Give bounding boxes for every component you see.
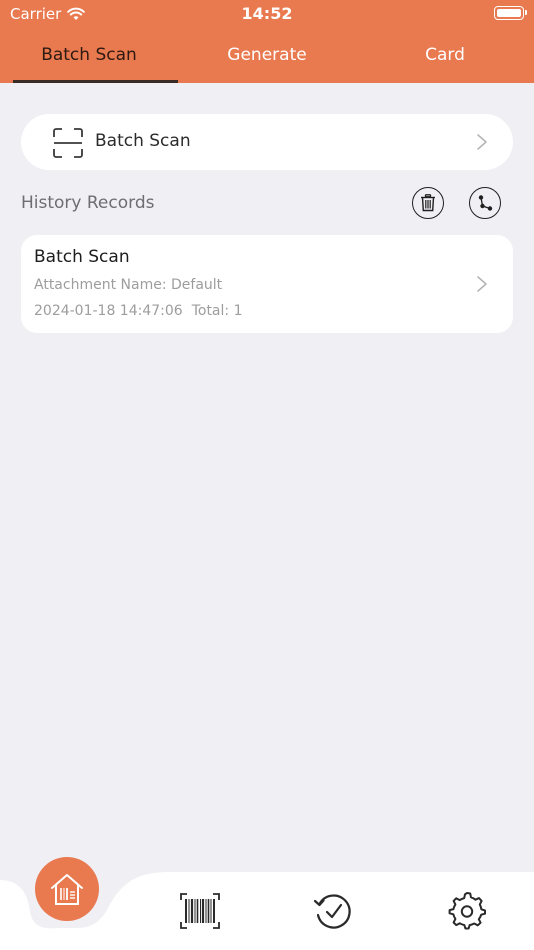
tab-card[interactable]: Card (356, 28, 534, 83)
settings-icon (448, 892, 486, 930)
barcode-icon (180, 893, 220, 929)
share-icon (478, 195, 493, 211)
status-bar: Carrier 14:52 (0, 0, 534, 28)
history-nav-button[interactable] (313, 891, 353, 931)
record-attachment-name: Attachment Name: Default (34, 277, 223, 293)
batch-scan-button[interactable]: Batch Scan (21, 114, 513, 170)
record-total: Total: 1 (191, 303, 243, 319)
top-tabs: Batch Scan Generate Card (0, 28, 534, 83)
tab-batch-scan[interactable]: Batch Scan (0, 28, 178, 83)
scan-frame-icon (53, 128, 83, 158)
trash-icon (421, 194, 435, 212)
history-record-item[interactable]: Batch Scan Attachment Name: Default 2024… (21, 235, 513, 333)
chevron-right-icon (477, 276, 487, 292)
header: Carrier 14:52 Batch Scan Generate Card (0, 0, 534, 83)
tab-generate[interactable]: Generate (178, 28, 356, 83)
record-title: Batch Scan (34, 247, 130, 267)
record-datetime: 2024-01-18 14:47:06 (34, 303, 183, 319)
barcode-nav-button[interactable] (180, 891, 220, 931)
delete-history-button[interactable] (412, 187, 444, 219)
clock: 14:52 (241, 4, 293, 23)
history-records-title: History Records (21, 193, 155, 213)
batch-scan-label: Batch Scan (95, 131, 191, 151)
chevron-right-icon (477, 134, 487, 150)
record-meta: 2024-01-18 14:47:06 Total: 1 (34, 303, 242, 319)
share-history-button[interactable] (469, 187, 501, 219)
history-icon (313, 894, 351, 929)
settings-nav-button[interactable] (447, 891, 487, 931)
home-button[interactable] (35, 857, 99, 921)
home-icon (51, 874, 83, 905)
battery-icon (494, 6, 527, 20)
